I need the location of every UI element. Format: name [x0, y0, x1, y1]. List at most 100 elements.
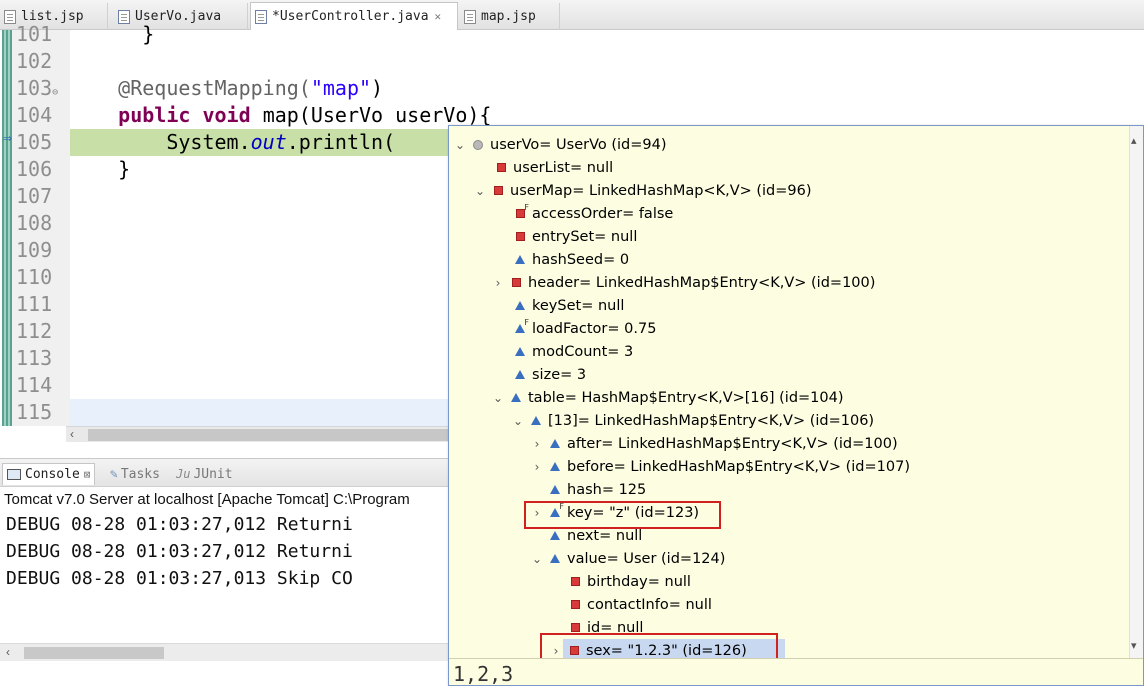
package-field-icon [548, 552, 562, 566]
package-field-icon [513, 345, 527, 359]
line-number: 102 [16, 49, 53, 73]
node-label: entrySet= null [532, 228, 638, 245]
node-label: before= LinkedHashMap$Entry<K,V> (id=107… [567, 458, 910, 475]
node-label: userVo= UserVo (id=94) [490, 136, 667, 153]
line-number: 110 [16, 265, 53, 289]
node-label: userMap= LinkedHashMap<K,V> (id=96) [510, 182, 812, 199]
tree-node-contactinfo[interactable]: contactInfo= null [550, 593, 712, 616]
line-number: 111 [16, 292, 53, 316]
tree-node-after[interactable]: › after= LinkedHashMap$Entry<K,V> (id=10… [530, 432, 898, 455]
detail-value: 1,2,3 [453, 662, 514, 686]
annotation-box-sex [540, 633, 778, 658]
chevron-right-icon[interactable]: › [491, 276, 505, 290]
chevron-down-icon[interactable]: ⌄ [530, 552, 544, 566]
package-field-icon [513, 368, 527, 382]
local-variable-icon [471, 138, 485, 152]
close-icon[interactable]: ⊠ [84, 468, 91, 481]
private-final-field-icon [513, 203, 529, 221]
quick-diff-ruler [2, 30, 12, 426]
tab-console[interactable]: Console ⊠ [2, 463, 96, 485]
console-icon [7, 469, 21, 480]
line-number: 108 [16, 211, 53, 235]
console-output-line: DEBUG 08-28 01:03:27,012 Returni [6, 541, 353, 562]
tab-tasks[interactable]: ✎ Tasks [110, 463, 160, 485]
chevron-down-icon[interactable]: ⌄ [453, 138, 467, 152]
node-label: after= LinkedHashMap$Entry<K,V> (id=100) [567, 435, 898, 452]
tree-node-birthday[interactable]: birthday= null [550, 570, 691, 593]
variable-tree: ⌄ userVo= UserVo (id=94) userList= null … [449, 126, 1129, 658]
tab-junit[interactable]: Ju JUnit [176, 463, 233, 485]
line-number: 115 [16, 400, 53, 424]
chevron-right-icon[interactable]: › [530, 460, 544, 474]
tree-node-table[interactable]: ⌄ table= HashMap$Entry<K,V>[16] (id=104) [491, 386, 844, 409]
chevron-down-icon[interactable]: ⌄ [511, 414, 525, 428]
node-label: modCount= 3 [532, 343, 634, 360]
node-label: keySet= null [532, 297, 625, 314]
node-label: [13]= LinkedHashMap$Entry<K,V> (id=106) [548, 412, 875, 429]
private-field-icon [568, 575, 582, 589]
tree-node-hash[interactable]: hash= 125 [530, 478, 646, 501]
scroll-up-icon[interactable]: ▴ [1131, 134, 1137, 147]
package-field-icon [548, 529, 562, 543]
scroll-left-icon[interactable]: ‹ [70, 427, 74, 441]
tree-node-before[interactable]: › before= LinkedHashMap$Entry<K,V> (id=1… [530, 455, 910, 478]
tree-node-modcount[interactable]: modCount= 3 [495, 340, 633, 363]
tree-node-keyset[interactable]: keySet= null [495, 294, 624, 317]
line-number: 113 [16, 346, 53, 370]
tree-node-userlist[interactable]: userList= null [476, 156, 613, 179]
tree-node-hashseed[interactable]: hashSeed= 0 [495, 248, 629, 271]
tab-label: Tasks [120, 466, 160, 482]
tree-node-uservo[interactable]: ⌄ userVo= UserVo (id=94) [453, 133, 667, 156]
node-label: hash= 125 [567, 481, 647, 498]
code-line: } [142, 22, 155, 46]
tab-label: JUnit [193, 466, 233, 482]
tree-node-table-13[interactable]: ⌄ [13]= LinkedHashMap$Entry<K,V> (id=106… [511, 409, 874, 432]
private-field-icon [513, 230, 527, 244]
private-field-icon [494, 161, 508, 175]
annotation-box-key [524, 501, 721, 529]
tree-node-accessorder[interactable]: accessOrder= false [495, 202, 673, 225]
scroll-down-icon[interactable]: ▾ [1131, 639, 1137, 652]
chevron-right-icon[interactable]: › [530, 437, 544, 451]
node-label: size= 3 [532, 366, 587, 383]
line-number: 112 [16, 319, 53, 343]
package-field-icon [529, 414, 543, 428]
tree-node-entryset[interactable]: entrySet= null [495, 225, 637, 248]
console-output-line: DEBUG 08-28 01:03:27,013 Skip CO [6, 568, 353, 589]
tree-node-size[interactable]: size= 3 [495, 363, 586, 386]
line-number: 103⊖ [16, 76, 59, 100]
line-number: 105 [16, 130, 53, 154]
package-field-icon [513, 253, 527, 267]
jsp-file-icon [4, 9, 16, 24]
line-number: 109 [16, 238, 53, 262]
tree-node-usermap[interactable]: ⌄ userMap= LinkedHashMap<K,V> (id=96) [473, 179, 812, 202]
chevron-down-icon[interactable]: ⌄ [491, 391, 505, 405]
node-label: loadFactor= 0.75 [532, 320, 657, 337]
scrollbar-thumb[interactable] [24, 647, 164, 659]
console-output-line: DEBUG 08-28 01:03:27,012 Returni [6, 514, 353, 535]
package-field-icon [509, 391, 523, 405]
tab-label: Console [25, 467, 80, 482]
variable-inspect-popup: ⌄ userVo= UserVo (id=94) userList= null … [448, 125, 1144, 686]
private-field-icon [509, 276, 523, 290]
scroll-left-icon[interactable]: ‹ [6, 645, 10, 659]
private-field-icon [568, 598, 582, 612]
node-label: next= null [567, 527, 643, 544]
line-number: 104 [16, 103, 53, 127]
tree-node-loadfactor[interactable]: loadFactor= 0.75 [495, 317, 656, 340]
tree-node-value[interactable]: ⌄ value= User (id=124) [530, 547, 725, 570]
package-final-field-icon [513, 318, 529, 336]
popup-vertical-scrollbar[interactable]: ▴ ▾ [1129, 126, 1143, 658]
console-process-description: Tomcat v7.0 Server at localhost [Apache … [4, 491, 410, 508]
node-label: hashSeed= 0 [532, 251, 630, 268]
node-label: header= LinkedHashMap$Entry<K,V> (id=100… [528, 274, 876, 291]
node-label: birthday= null [587, 573, 691, 590]
debug-instruction-pointer-icon: ⇒ [3, 133, 13, 145]
line-number: 106 [16, 157, 53, 181]
chevron-down-icon[interactable]: ⌄ [473, 184, 487, 198]
fold-icon: ⊖ [52, 87, 59, 98]
node-label: value= User (id=124) [567, 550, 726, 567]
scrollbar-thumb[interactable] [88, 429, 448, 441]
tree-node-header[interactable]: › header= LinkedHashMap$Entry<K,V> (id=1… [491, 271, 876, 294]
line-number: 101 [16, 22, 53, 46]
